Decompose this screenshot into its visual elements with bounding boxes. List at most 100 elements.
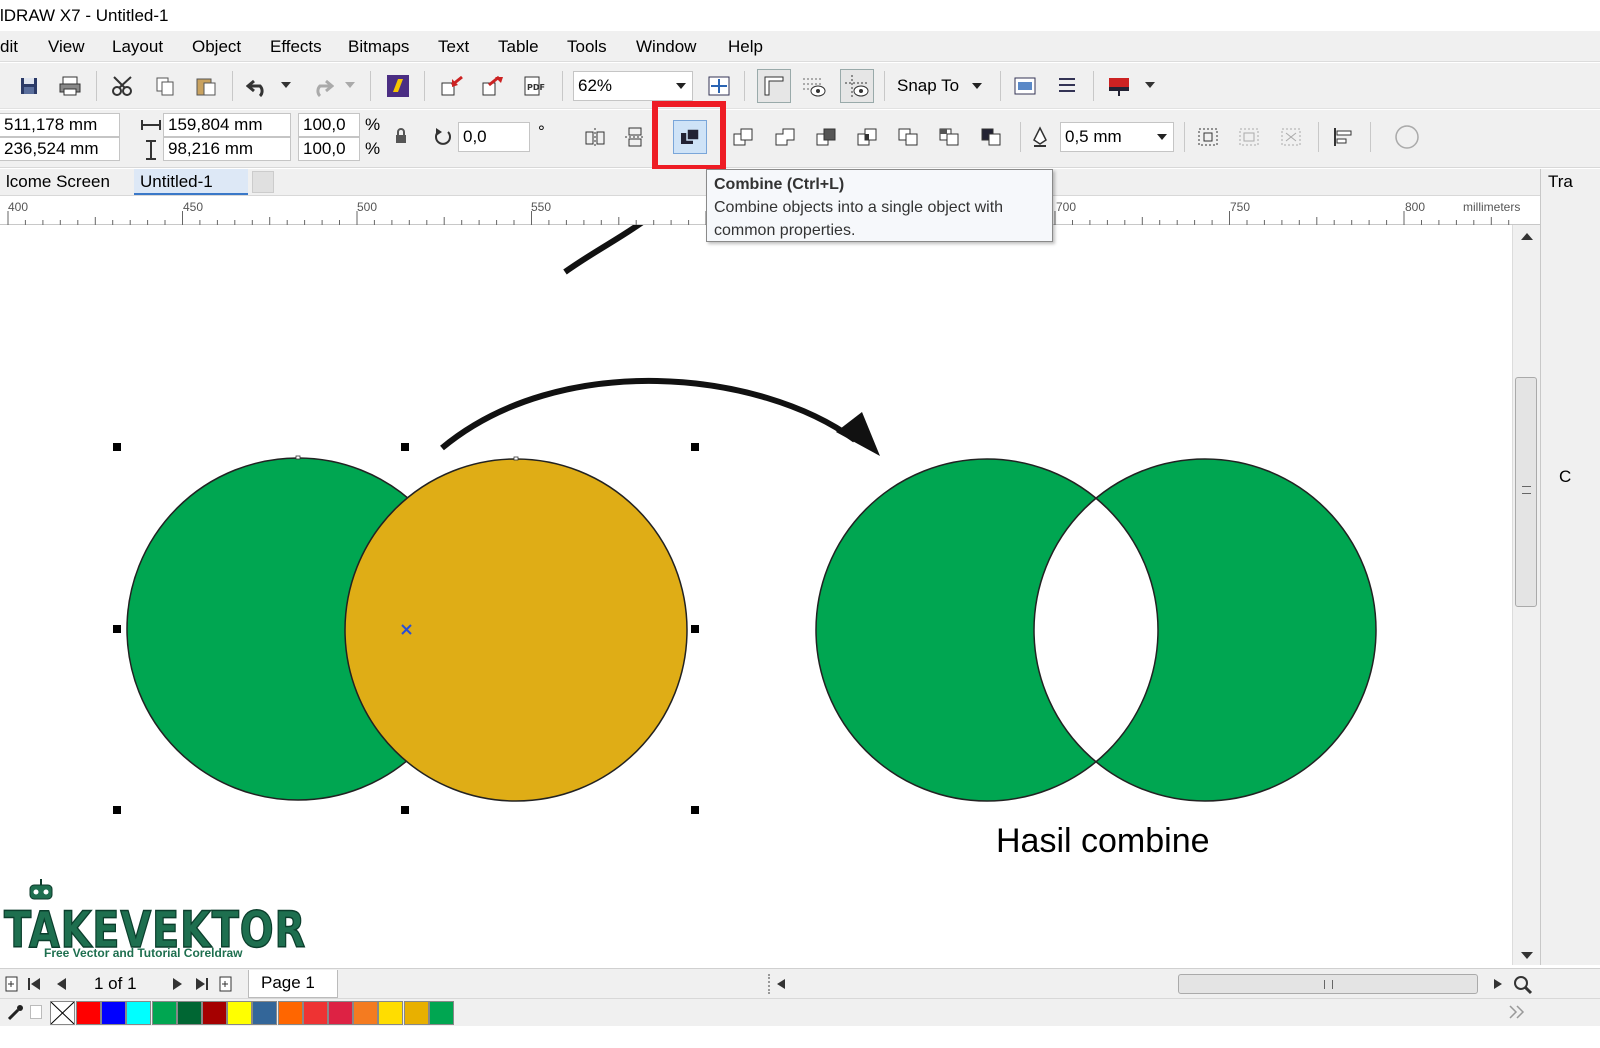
application-launcher-icon[interactable] [1104, 71, 1134, 101]
drawing-canvas[interactable]: Hasil combine TAKEVEKTOR Free Vector and… [0, 225, 1540, 965]
zoom-fit-icon[interactable] [704, 71, 734, 101]
color-swatch[interactable] [302, 1001, 328, 1025]
scroll-right-icon[interactable] [1494, 979, 1502, 989]
create-boundary-icon[interactable] [1193, 122, 1223, 152]
combined-result-shape[interactable] [815, 458, 1377, 802]
color-swatch[interactable] [202, 1001, 227, 1025]
add-page-icon[interactable] [4, 976, 20, 992]
intersect-icon[interactable] [852, 122, 882, 152]
add-page-after-icon[interactable] [218, 976, 234, 992]
no-fill-swatch[interactable] [50, 1001, 75, 1025]
zoom-navigator-icon[interactable] [1512, 974, 1534, 996]
horizontal-scrollbar-thumb[interactable] [1178, 974, 1478, 994]
trim-icon[interactable] [811, 122, 841, 152]
scroll-up-icon[interactable] [1521, 233, 1533, 241]
gold-circle[interactable] [344, 458, 688, 802]
scroll-down-icon[interactable] [1521, 952, 1533, 960]
export-icon[interactable] [478, 71, 508, 101]
color-swatch[interactable] [328, 1001, 353, 1025]
zoom-level-select[interactable]: 62% [573, 71, 693, 101]
palette-scroll-left[interactable] [30, 1005, 42, 1019]
guidelines-icon[interactable] [840, 69, 874, 103]
snap-to-button[interactable]: Snap To [897, 76, 982, 96]
menu-help[interactable]: Help [728, 37, 763, 57]
undo-icon[interactable] [244, 71, 274, 101]
outline-width-select[interactable]: 0,5 mm [1060, 122, 1174, 152]
break-apart-icon[interactable] [728, 122, 758, 152]
next-page-icon[interactable] [172, 978, 184, 990]
search-content-icon[interactable] [383, 71, 413, 101]
tab-welcome-screen[interactable]: lcome Screen [0, 169, 134, 195]
y-position-field[interactable]: 236,524 mm [0, 137, 120, 161]
palette-expand-icon[interactable] [1508, 1005, 1526, 1019]
tab-untitled-1[interactable]: Untitled-1 [134, 169, 248, 195]
last-page-icon[interactable] [195, 978, 209, 990]
color-swatch[interactable] [101, 1001, 127, 1025]
launcher-dropdown-icon[interactable] [1140, 71, 1160, 101]
scale-x-field[interactable]: 100,0 [298, 113, 360, 137]
pdf-icon[interactable]: PDF [520, 71, 550, 101]
menu-tools[interactable]: Tools [567, 37, 607, 57]
front-minus-back-icon[interactable] [934, 122, 964, 152]
combine-button[interactable] [673, 120, 707, 154]
paste-icon[interactable] [191, 71, 221, 101]
undo-dropdown-icon[interactable] [276, 71, 296, 101]
docker-tab-label[interactable]: Tra [1548, 172, 1573, 192]
color-swatch[interactable] [428, 1001, 454, 1025]
ellipse-shape-icon[interactable] [1392, 122, 1422, 152]
scrollbar-thumb[interactable] [1515, 377, 1537, 607]
width-field[interactable]: 159,804 mm [163, 113, 291, 137]
color-swatch[interactable] [76, 1001, 101, 1025]
ungroup-icon[interactable] [1276, 122, 1306, 152]
import-icon[interactable] [437, 71, 467, 101]
color-swatch[interactable] [252, 1001, 278, 1025]
x-position-field[interactable]: 511,178 mm [0, 113, 120, 137]
lock-ratio-icon[interactable] [394, 128, 408, 144]
menu-window[interactable]: Window [636, 37, 696, 57]
menu-text[interactable]: Text [438, 37, 469, 57]
menu-view[interactable]: View [48, 37, 85, 57]
redo-icon[interactable] [306, 71, 336, 101]
color-swatch[interactable] [176, 1001, 202, 1025]
options-icon[interactable] [1010, 71, 1040, 101]
splitter-handle[interactable] [768, 974, 772, 994]
tab-overflow-handle[interactable] [252, 171, 274, 193]
height-field[interactable]: 98,216 mm [163, 137, 291, 161]
color-swatch[interactable] [227, 1001, 253, 1025]
object-properties-icon[interactable] [1052, 71, 1082, 101]
menu-layout[interactable]: Layout [112, 37, 163, 57]
scroll-left-icon[interactable] [777, 979, 785, 989]
eyedropper-icon[interactable] [6, 1004, 24, 1022]
color-swatch[interactable] [277, 1001, 303, 1025]
print-icon[interactable] [55, 71, 85, 101]
redo-dropdown-icon[interactable] [340, 71, 360, 101]
save-icon[interactable] [14, 71, 44, 101]
copy-icon[interactable] [150, 71, 180, 101]
previous-page-icon[interactable] [56, 978, 68, 990]
rotation-field[interactable]: 0,0 [458, 122, 530, 152]
menu-effects[interactable]: Effects [270, 37, 322, 57]
page-tab[interactable]: Page 1 [248, 970, 338, 998]
color-swatch[interactable] [353, 1001, 379, 1025]
color-swatch[interactable] [403, 1001, 429, 1025]
docker-tab-label[interactable]: C [1559, 467, 1571, 487]
simplify-icon[interactable] [893, 122, 923, 152]
align-distribute-icon[interactable] [1328, 122, 1358, 152]
color-swatch[interactable] [378, 1001, 404, 1025]
color-swatch[interactable] [126, 1001, 152, 1025]
menu-table[interactable]: Table [498, 37, 539, 57]
menu-object[interactable]: Object [192, 37, 241, 57]
mirror-horizontal-icon[interactable] [580, 122, 610, 152]
scale-y-field[interactable]: 100,0 [298, 137, 360, 161]
color-swatch[interactable] [151, 1001, 177, 1025]
grid-icon[interactable] [799, 71, 829, 101]
weld-icon[interactable] [770, 122, 800, 152]
mirror-vertical-icon[interactable] [620, 122, 650, 152]
back-minus-front-icon[interactable] [976, 122, 1006, 152]
group-icon[interactable] [1234, 122, 1264, 152]
menu-bitmaps[interactable]: Bitmaps [348, 37, 409, 57]
vertical-scrollbar[interactable] [1512, 225, 1540, 965]
rulers-icon[interactable] [757, 69, 791, 103]
first-page-icon[interactable] [28, 978, 42, 990]
menu-edit[interactable]: dit [0, 37, 18, 57]
